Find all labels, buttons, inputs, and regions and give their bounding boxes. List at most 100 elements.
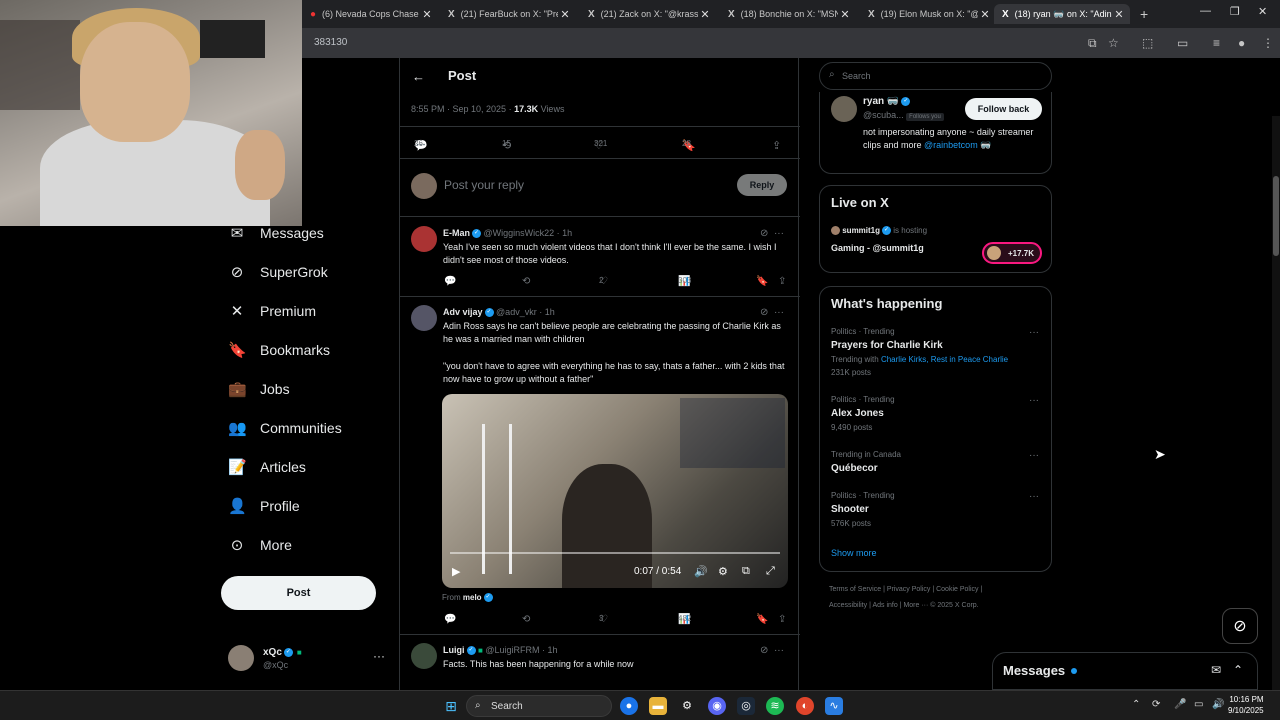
extensions-icon[interactable]: ⬚ (1142, 36, 1153, 50)
install-app-icon[interactable]: ⧉ (1088, 36, 1097, 51)
from-name[interactable]: melo (463, 593, 482, 602)
author-name[interactable]: Luigi (443, 645, 465, 655)
pip-icon[interactable]: ⧉ (742, 565, 750, 578)
search-input[interactable]: ⌕ Search (819, 62, 1052, 90)
file-explorer-icon[interactable]: ▬ (649, 697, 667, 715)
grok-icon[interactable]: ⊘ (760, 645, 768, 656)
discord-icon[interactable]: ◉ (708, 697, 726, 715)
video-progress-bar[interactable] (450, 552, 780, 554)
video-player[interactable]: ▶ 0:07 / 0:54 🔊 ⚙ ⧉ ⤢ (442, 394, 788, 588)
messages-drawer[interactable]: Messages ✉ ⌃ (992, 652, 1258, 690)
windows-start-icon[interactable]: ⊞ (442, 697, 460, 715)
chevron-up-icon[interactable]: ⌃ (1233, 663, 1243, 677)
sync-icon[interactable]: ⟳ (1152, 699, 1160, 710)
avatar[interactable] (411, 643, 437, 669)
settings-gear-icon[interactable]: ⚙ (678, 697, 696, 715)
repost-icon[interactable]: ⟲ (522, 614, 530, 625)
live-viewers-badge[interactable]: +17.7K (982, 242, 1042, 264)
close-window-icon[interactable]: ✕ (1258, 5, 1267, 18)
more-dots-icon[interactable]: ··· (774, 228, 784, 239)
live-stream-title[interactable]: Gaming - @summit1g (831, 243, 924, 253)
live-host-name[interactable]: summit1g (842, 226, 880, 235)
steam-icon[interactable]: ◎ (737, 697, 755, 715)
avatar[interactable] (411, 305, 437, 331)
more-dots-icon[interactable]: ··· (774, 307, 784, 318)
sidebar-icon[interactable]: ▭ (1177, 36, 1188, 50)
close-tab-icon[interactable]: ✕ (698, 8, 712, 21)
browser-tab[interactable]: X (21) FearBuck on X: "Presi ✕ (440, 4, 576, 24)
scrollbar[interactable] (1272, 116, 1280, 720)
footer-links[interactable]: Accessibility | Ads info | More ··· © 20… (829, 602, 979, 609)
share-icon[interactable]: ⇪ (778, 614, 786, 625)
minimize-icon[interactable]: — (1200, 5, 1211, 17)
more-dots-icon[interactable]: ··· (1029, 395, 1039, 406)
obs-icon[interactable]: ◐ (796, 697, 814, 715)
close-tab-icon[interactable]: ✕ (558, 8, 572, 21)
avatar[interactable] (411, 226, 437, 252)
compose-message-icon[interactable]: ✉ (1211, 663, 1221, 677)
nav-item-communities[interactable]: 👥 Communities (228, 419, 342, 437)
share-icon[interactable]: ⇪ (778, 276, 786, 287)
grok-icon[interactable]: ⊘ (760, 307, 768, 318)
back-arrow-icon[interactable]: ← (412, 69, 425, 84)
close-tab-icon[interactable]: ✕ (838, 8, 852, 21)
browser-tab[interactable]: ● (6) Nevada Cops Chase Ch ✕ (302, 4, 438, 24)
more-dots-icon[interactable]: ··· (1029, 450, 1039, 461)
nav-item-supergrok[interactable]: ⊘ SuperGrok (228, 263, 328, 281)
browser-menu-icon[interactable]: ⋮ (1262, 36, 1274, 50)
more-dots-icon[interactable]: ··· (1029, 327, 1039, 338)
volume-icon[interactable]: 🔊 (1212, 699, 1224, 710)
nav-item-bookmarks[interactable]: 🔖 Bookmarks (228, 341, 330, 359)
new-tab-icon[interactable]: + (1140, 6, 1148, 22)
browser-tab-active[interactable]: X (18) ryan 🥽 on X: "Adin R ✕ (994, 4, 1130, 24)
scrollbar-thumb[interactable] (1273, 176, 1279, 256)
reply-input[interactable]: Post your reply (444, 178, 524, 192)
bookmark-icon[interactable]: 🔖 (756, 614, 768, 625)
author-name[interactable]: Adv vijay (443, 307, 483, 317)
display-icon[interactable]: ▭ (1194, 699, 1203, 710)
bio-link[interactable]: @rainbetcom (924, 140, 978, 150)
close-tab-icon[interactable]: ✕ (1112, 8, 1126, 21)
post-button[interactable]: Post (221, 576, 376, 610)
author-handle[interactable]: @LuigiRFRM · 1h (485, 645, 557, 655)
microphone-icon[interactable]: 🎤 (1174, 699, 1186, 710)
author-handle[interactable]: @adv_vkr · 1h (496, 307, 555, 317)
post-timestamp[interactable]: 8:55 PM · Sep 10, 2025 · (411, 104, 514, 114)
browser-tab[interactable]: X (21) Zack on X: "@krassen ✕ (580, 4, 716, 24)
show-more-link[interactable]: Show more (831, 548, 877, 558)
author-name[interactable]: E-Man (443, 228, 470, 238)
spotify-icon[interactable]: ≋ (766, 697, 784, 715)
share-icon[interactable]: ⇪ (772, 139, 781, 152)
fullscreen-icon[interactable]: ⤢ (766, 565, 775, 578)
profile-name[interactable]: ryan 🥽 (863, 96, 899, 107)
browser-tab[interactable]: X (18) Bonchie on X: "MSNB ✕ (720, 4, 856, 24)
volume-icon[interactable]: 🔊 (694, 565, 708, 578)
app-icon[interactable]: ∿ (825, 697, 843, 715)
footer-links[interactable]: Terms of Service | Privacy Policy | Cook… (829, 586, 982, 593)
settings-gear-icon[interactable]: ⚙ (718, 565, 728, 578)
reply-icon[interactable]: 💬 (444, 276, 456, 287)
media-controls-icon[interactable]: ≡ (1213, 36, 1220, 50)
close-tab-icon[interactable]: ✕ (420, 8, 434, 21)
taskbar-search[interactable]: ⌕ Search (466, 695, 612, 717)
close-tab-icon[interactable]: ✕ (978, 8, 992, 21)
browser-tab[interactable]: X (19) Elon Musk on X: "@Ad ✕ (860, 4, 996, 24)
nav-item-more[interactable]: ⊙ More (228, 536, 292, 554)
avatar[interactable] (831, 96, 857, 122)
nav-item-premium[interactable]: ✕ Premium (228, 302, 316, 320)
author-handle[interactable]: @WigginsWick22 · 1h (484, 228, 573, 238)
restore-icon[interactable]: ❐ (1230, 5, 1240, 18)
nav-item-profile[interactable]: 👤 Profile (228, 497, 300, 515)
profile-handle[interactable]: @scuba... (863, 110, 904, 120)
star-icon[interactable]: ☆ (1108, 36, 1119, 50)
more-dots-icon[interactable]: ··· (1029, 491, 1039, 502)
repost-icon[interactable]: ⟲ (522, 276, 530, 287)
more-dots-icon[interactable]: ··· (774, 645, 784, 656)
url-text[interactable]: 383130 (314, 37, 347, 48)
reply-icon[interactable]: 💬 (444, 614, 456, 625)
bookmark-icon[interactable]: 🔖 (756, 276, 768, 287)
taskbar-clock[interactable]: 10:16 PM 9/10/2025 (1228, 694, 1264, 716)
reply-button[interactable]: Reply (737, 174, 787, 196)
grok-icon[interactable]: ⊘ (760, 228, 768, 239)
nav-item-articles[interactable]: 📝 Articles (228, 458, 306, 476)
